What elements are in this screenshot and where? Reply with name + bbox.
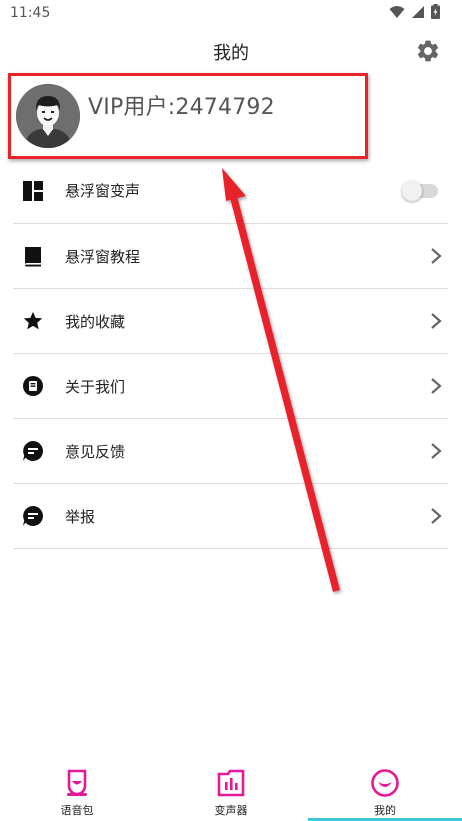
- nav-tab-voice-pack[interactable]: 语音包: [0, 760, 154, 821]
- signal-icon: [412, 5, 424, 18]
- nav-tab-label: 语音包: [60, 804, 94, 817]
- menu-item-label: 关于我们: [65, 377, 126, 396]
- avatar[interactable]: [16, 84, 80, 148]
- chevron-right-icon: [431, 378, 442, 394]
- chevron-right-icon: [431, 508, 442, 524]
- feedback-chat-icon: [23, 441, 44, 461]
- menu-item-label: 意见反馈: [65, 442, 126, 461]
- profile-smile-icon: [371, 769, 399, 797]
- settings-menu: 悬浮窗变声 悬浮窗教程 我的收藏 关于我们 意见反馈 举报: [13, 158, 448, 549]
- dashboard-icon: [23, 180, 43, 201]
- menu-item-report[interactable]: 举报: [13, 484, 448, 549]
- nav-tab-mine[interactable]: 我的: [308, 760, 462, 821]
- menu-item-tutorial[interactable]: 悬浮窗教程: [13, 224, 448, 289]
- wifi-icon: [389, 5, 405, 18]
- star-icon: [23, 311, 43, 330]
- status-time: 11:45: [10, 5, 51, 21]
- nav-tab-voice-changer[interactable]: 变声器: [154, 760, 308, 821]
- profile-card[interactable]: VIP用户:2474792: [8, 75, 368, 159]
- voice-pack-icon: [67, 769, 87, 796]
- floating-voice-toggle[interactable]: [402, 180, 438, 201]
- battery-icon: [431, 4, 440, 19]
- chevron-right-icon: [431, 248, 442, 264]
- profile-username: VIP用户:2474792: [88, 95, 275, 120]
- menu-item-favorites[interactable]: 我的收藏: [13, 289, 448, 354]
- voice-changer-icon: [217, 769, 245, 797]
- menu-item-label: 悬浮窗变声: [65, 182, 141, 200]
- chevron-right-icon: [431, 443, 442, 459]
- gear-icon: [417, 40, 439, 62]
- settings-button[interactable]: [415, 38, 441, 64]
- menu-item-feedback[interactable]: 意见反馈: [13, 419, 448, 484]
- nav-tab-label: 变声器: [214, 804, 248, 817]
- user-avatar-icon: [16, 84, 80, 148]
- menu-item-label: 悬浮窗教程: [65, 247, 141, 266]
- book-icon: [25, 247, 41, 267]
- menu-item-label: 举报: [65, 507, 96, 526]
- menu-item-label: 我的收藏: [65, 312, 126, 331]
- info-badge-icon: [23, 376, 43, 396]
- report-chat-icon: [23, 506, 44, 526]
- menu-item-about-us[interactable]: 关于我们: [13, 354, 448, 419]
- menu-item-floating-voice[interactable]: 悬浮窗变声: [13, 158, 448, 224]
- chevron-right-icon: [431, 313, 442, 329]
- nav-tab-label: 我的: [374, 804, 396, 817]
- toggle-knob: [402, 180, 422, 201]
- status-bar: 11:45: [0, 0, 462, 26]
- status-icons: [389, 4, 440, 19]
- bottom-navigation: 语音包 变声器 我的: [0, 760, 462, 821]
- page-title: 我的: [213, 43, 249, 64]
